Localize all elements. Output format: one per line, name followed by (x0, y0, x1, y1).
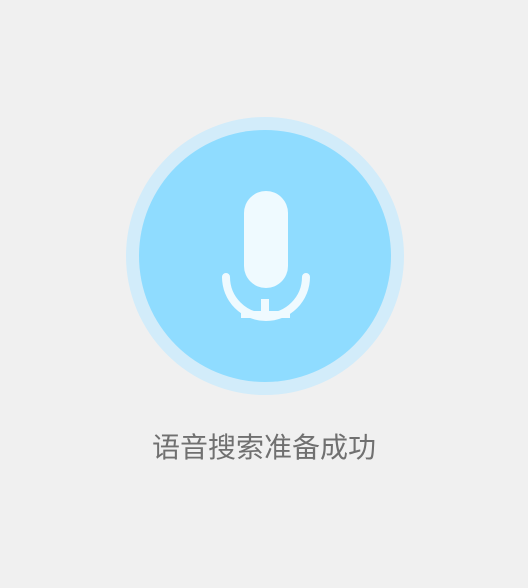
voice-search-panel: 语音搜索准备成功 (0, 0, 528, 588)
voice-mic-button[interactable] (139, 130, 391, 382)
status-message: 语音搜索准备成功 (151, 431, 376, 464)
microphone-icon (222, 191, 310, 321)
